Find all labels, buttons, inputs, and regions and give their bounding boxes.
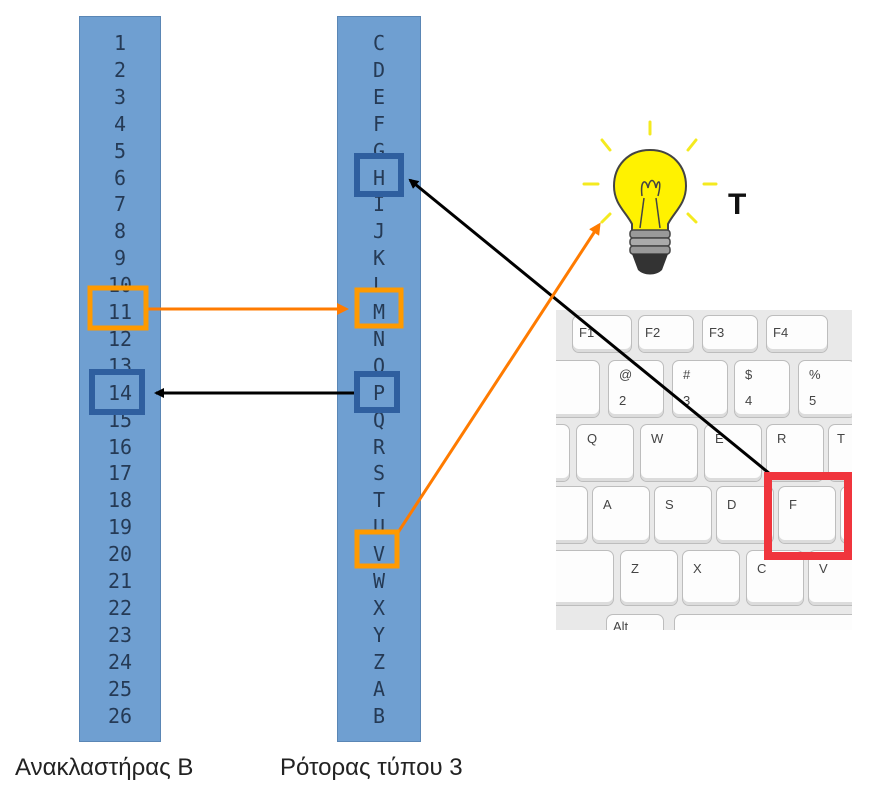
rotor-highlight-h xyxy=(354,153,404,197)
diagram-overlay xyxy=(87,120,852,569)
key-f-highlight xyxy=(764,472,852,560)
rotor-highlight-v xyxy=(354,529,400,569)
rotor-highlight-p xyxy=(354,371,400,413)
reflector-highlight-11 xyxy=(87,285,149,331)
reflector-highlight-14 xyxy=(89,369,145,415)
light-bulb-icon xyxy=(582,120,718,275)
rotor-highlight-m xyxy=(354,287,404,329)
black-arrow-key-to-rotor xyxy=(408,178,776,480)
orange-arrow-rotor-to-lamp xyxy=(395,222,601,535)
